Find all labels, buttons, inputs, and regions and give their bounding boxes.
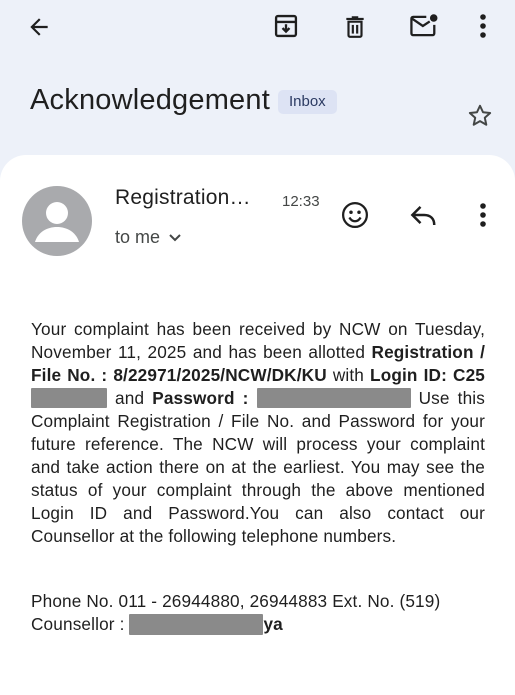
email-subject: Acknowledgement — [30, 84, 270, 116]
body-instructions: Use this Complaint Registration / File N… — [31, 388, 485, 546]
body-and: and — [107, 388, 153, 408]
avatar[interactable] — [22, 186, 92, 256]
counsellor-line: Counsellor : ya — [31, 613, 491, 636]
reply-button[interactable] — [404, 196, 442, 234]
phone-numbers: Phone No. 011 - 26944880, 26944883 Ext. … — [31, 591, 441, 611]
emoji-icon — [342, 202, 368, 228]
message-more-button[interactable] — [468, 196, 498, 234]
contact-block: Phone No. 011 - 26944880, 26944883 Ext. … — [31, 590, 491, 636]
redacted-counsellor-name — [129, 614, 264, 635]
arrow-back-icon — [30, 18, 48, 36]
trash-icon — [346, 16, 364, 38]
body-with: with — [326, 365, 371, 385]
star-button[interactable] — [462, 98, 498, 134]
chevron-down-icon — [169, 233, 181, 241]
redacted-login-id — [31, 388, 107, 408]
message-time: 12:33 — [282, 193, 320, 210]
label-badge[interactable]: Inbox — [277, 89, 337, 114]
mail-unread-icon — [410, 14, 438, 37]
top-toolbar — [0, 0, 515, 52]
archive-button[interactable] — [268, 8, 304, 44]
star-icon — [468, 104, 492, 126]
subject-row: Acknowledgement Inbox — [30, 84, 337, 117]
recipient-details-toggle[interactable]: to me — [115, 227, 182, 248]
mark-unread-button[interactable] — [405, 8, 443, 44]
password-label: Password : — [152, 388, 249, 408]
archive-icon — [274, 14, 298, 38]
back-button[interactable] — [22, 10, 56, 44]
more-options-button[interactable] — [467, 8, 499, 44]
reply-icon — [410, 205, 436, 226]
delete-button[interactable] — [337, 8, 373, 44]
login-id-label: Login ID: C25 — [370, 365, 485, 385]
redacted-password — [256, 388, 411, 408]
sender-name[interactable]: Registration… — [115, 186, 251, 210]
add-reaction-button[interactable] — [336, 196, 374, 234]
counsellor-name-suffix: ya — [263, 614, 283, 634]
recipient-line: to me — [115, 227, 161, 247]
more-vert-icon — [480, 203, 486, 227]
counsellor-label: Counsellor : — [31, 614, 130, 634]
person-icon — [35, 202, 79, 242]
email-body: Your complaint has been received by NCW … — [31, 318, 485, 548]
more-vert-icon — [480, 14, 486, 38]
